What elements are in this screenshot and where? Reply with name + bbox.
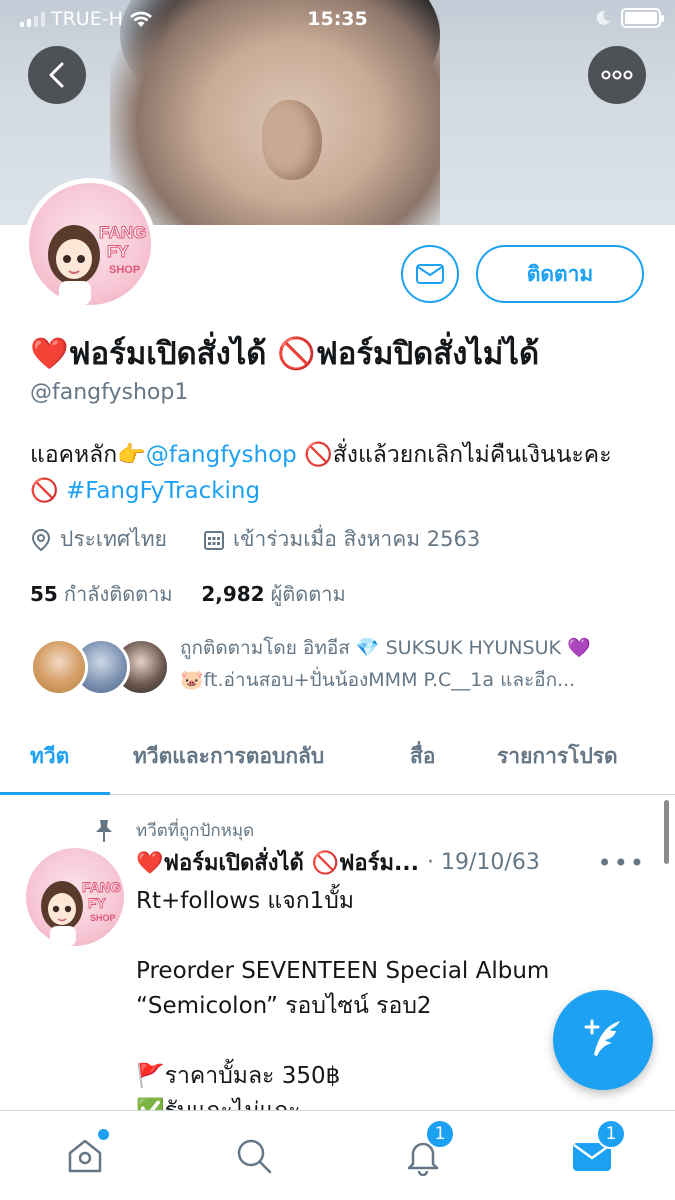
pinned-tweet-label: ทวีตที่ถูกปักหมุด (92, 817, 254, 844)
calendar-icon (203, 530, 224, 550)
profile-tabs: ทวีต ทวีตและการตอบกลับ สื่อ รายการโปรด (0, 720, 675, 795)
tweet-more-icon[interactable]: ••• (598, 849, 646, 877)
tab-media[interactable]: สื่อ (410, 740, 435, 773)
nav-home[interactable] (60, 1129, 110, 1181)
followed-by-text: ถูกติดตามโดย อิทอีส 💎 SUKSUK HYUNSUK 💜 🐷… (180, 632, 650, 696)
tab-tweets-and-replies[interactable]: ทวีตและการตอบกลับ (133, 740, 324, 773)
follower-avatar-1 (30, 638, 88, 696)
bio-mention-link[interactable]: @fangfyshop (146, 442, 297, 468)
followers-label: ผู้ติดตาม (270, 582, 346, 606)
svg-text:FANG: FANG (99, 223, 146, 242)
following-stat[interactable]: 55 กำลังติดตาม (30, 582, 173, 606)
back-button[interactable] (28, 46, 86, 104)
active-tab-indicator (0, 792, 110, 795)
scrollbar[interactable] (664, 800, 669, 864)
followed-by-line-1: ถูกติดตามโดย อิทอีส 💎 SUKSUK HYUNSUK 💜 (180, 637, 591, 659)
nav-messages[interactable]: 1 (567, 1119, 626, 1181)
shop-logo-image: FANG FY SHOP (29, 183, 151, 305)
battery-icon (621, 8, 664, 28)
profile-display-name: ❤️ฟอร์มเปิดสั่งได้ 🚫ฟอร์มปิดสั่งไม่ได้ (30, 336, 540, 372)
profile-join-date: เข้าร่วมเมื่อ สิงหาคม 2563 (232, 527, 481, 551)
more-options-button[interactable] (588, 46, 646, 104)
notifications-badge: 1 (425, 1119, 455, 1149)
svg-text:SHOP: SHOP (109, 264, 140, 276)
svg-text:FANG: FANG (82, 879, 121, 895)
followed-by-line-2: 🐷ft.อ่านสอบ+ปั่นน้องMMM P.C__1a และอีก..… (180, 669, 576, 691)
message-button[interactable] (401, 245, 459, 303)
following-count: 55 (30, 582, 58, 606)
pin-icon (96, 819, 112, 842)
status-right (595, 8, 664, 28)
followers-stat[interactable]: 2,982 ผู้ติดตาม (201, 582, 345, 606)
compose-tweet-button[interactable] (553, 990, 653, 1090)
svg-text:FY: FY (88, 895, 107, 911)
svg-text:SHOP: SHOP (90, 913, 116, 923)
svg-text:FY: FY (107, 242, 129, 261)
profile-meta: ประเทศไทย เข้าร่วมเมื่อ สิงหาคม 2563 (30, 523, 480, 556)
moon-icon (596, 10, 610, 25)
compose-feather-icon (584, 1019, 620, 1056)
follow-stats: 55 กำลังติดตาม 2,982 ผู้ติดตาม (30, 578, 346, 610)
profile-avatar[interactable]: FANG FY SHOP (24, 178, 156, 310)
mail-icon (416, 264, 444, 284)
chevron-left-icon (49, 62, 64, 88)
banner-photo-ear (262, 100, 322, 180)
followed-by-section[interactable]: ถูกติดตามโดย อิทอีส 💎 SUKSUK HYUNSUK 💜 🐷… (30, 632, 650, 706)
tweet-date: · 19/10/63 (427, 850, 540, 875)
messages-badge: 1 (596, 1119, 626, 1149)
home-new-dot (98, 1129, 109, 1140)
home-icon (68, 1139, 102, 1173)
tab-likes[interactable]: รายการโปรด (497, 740, 618, 773)
clock: 15:35 (307, 8, 368, 30)
following-label: กำลังติดตาม (63, 582, 173, 606)
tab-tweets[interactable]: ทวีต (30, 740, 69, 773)
follow-button[interactable]: ติดตาม (476, 245, 644, 303)
nav-search[interactable] (229, 1131, 279, 1181)
more-horizontal-icon (601, 70, 633, 80)
tweet-author-name[interactable]: ❤️ฟอร์มเปิดสั่งได้ 🚫ฟอร์ม... (136, 845, 419, 880)
tweet-header: ❤️ฟอร์มเปิดสั่งได้ 🚫ฟอร์ม... · 19/10/63 … (136, 845, 646, 880)
tweet-text[interactable]: Rt+follows แจก1บั้ม Preorder SEVENTEEN S… (136, 884, 636, 1129)
search-icon (237, 1139, 272, 1174)
followers-count: 2,982 (201, 582, 265, 606)
bio-hashtag-link[interactable]: #FangFyTracking (66, 478, 260, 504)
bottom-navigation: 1 1 (0, 1110, 675, 1200)
status-bar: TRUE-H 15:35 (0, 0, 675, 40)
nav-notifications[interactable]: 1 (398, 1119, 455, 1181)
tweet-author-avatar[interactable]: FANG FY SHOP (26, 848, 124, 946)
pinned-label-text: ทวีตที่ถูกปักหมุด (136, 821, 255, 841)
location-pin-icon (31, 528, 51, 551)
profile-location: ประเทศไทย (60, 527, 167, 551)
bio-prefix: แอคหลัก👉 (30, 442, 146, 468)
profile-handle: @fangfyshop1 (30, 380, 189, 405)
profile-bio: แอคหลัก👉@fangfyshop 🚫สั่งแล้วยกเลิกไม่คื… (30, 437, 640, 509)
